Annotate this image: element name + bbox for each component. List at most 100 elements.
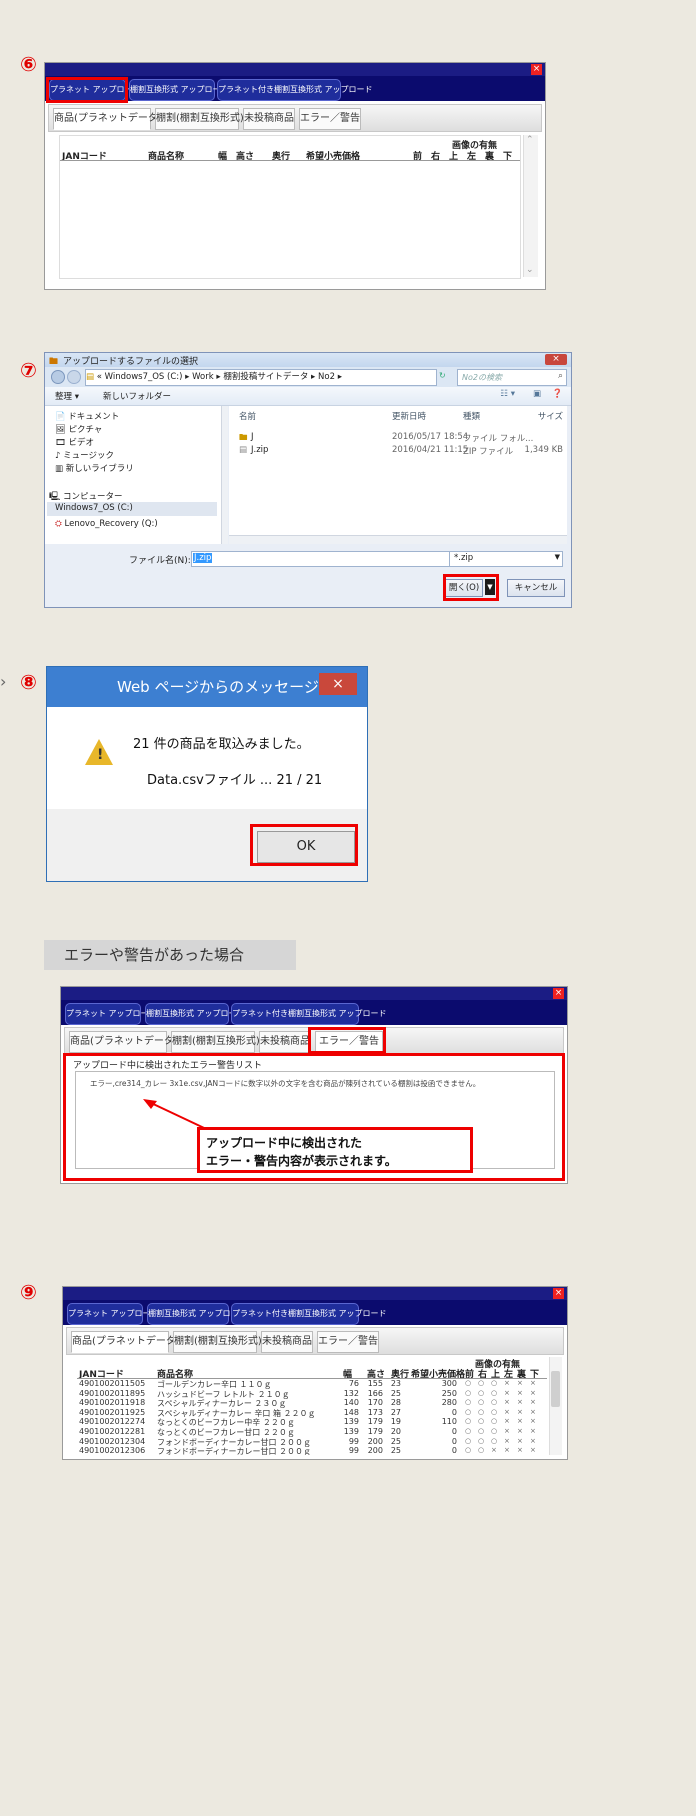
- callout-line-2: エラー・警告内容が表示されます。: [206, 1154, 397, 1168]
- organize-menu[interactable]: 整理 ▾: [55, 390, 79, 402]
- tab-errors[interactable]: エラー／警告: [299, 108, 361, 130]
- path-drive[interactable]: « Windows7_OS (C:): [97, 372, 183, 382]
- cell-depth: 25: [390, 1436, 401, 1446]
- zip-file-icon: ▤: [239, 445, 248, 455]
- cell-image-flag: ×: [504, 1398, 510, 1407]
- vertical-scrollbar[interactable]: ⌃ ⌄: [523, 135, 538, 277]
- search-box[interactable]: No2の検索 ⌕: [457, 369, 567, 386]
- planet-upload-button[interactable]: プラネット アップロード: [65, 1003, 157, 1025]
- folder-icon: 🖿: [239, 433, 248, 443]
- table-row[interactable]: 4901002011505 ゴールデンカレー辛口 １１０ｇ 76 155 23 300 ○ ○…: [77, 1379, 547, 1389]
- cell-image-flag: ○: [465, 1446, 472, 1455]
- cell-image-flag: ×: [504, 1436, 510, 1445]
- cell-image-flag: ×: [530, 1379, 536, 1387]
- error-line: エラー,cre314_カレー 3x1e.csv,JANコードに数字以外の文字を含…: [90, 1079, 481, 1088]
- table-row[interactable]: 4901002012304 フォンドボーディナーカレー甘口 ２００ｇ 99 200 25…: [77, 1437, 547, 1447]
- back-icon[interactable]: [51, 370, 65, 384]
- cell-image-flag: ×: [517, 1446, 523, 1455]
- error-section-heading: エラーや警告があった場合: [44, 940, 296, 970]
- path-no2[interactable]: No2: [318, 372, 335, 382]
- cell-image-flag: ○: [478, 1436, 485, 1445]
- dialog-close-button[interactable]: ×: [545, 354, 567, 365]
- planet-shelf-upload-button[interactable]: プラネット付き棚割互換形式 アップロード: [217, 79, 373, 101]
- cancel-button[interactable]: キャンセル: [507, 579, 565, 597]
- cell-image-flag: ×: [530, 1398, 536, 1407]
- nav-drive-selected[interactable]: Windows7_OS (C:): [47, 502, 217, 516]
- file-list-hscroll[interactable]: [229, 535, 567, 544]
- path-work[interactable]: Work: [192, 372, 214, 382]
- nav-videos[interactable]: 🎞 ビデオ: [55, 436, 94, 448]
- app-window-error: × プラネット アップロード 棚割互換形式 アップロード プラネット付き棚割互換…: [60, 986, 568, 1184]
- nav-documents[interactable]: 📄 ドキュメント: [55, 410, 119, 422]
- table-row[interactable]: 4901002011925 スペシャルディナーカレー 辛口 箱 ２２０ｇ 148 17…: [77, 1408, 547, 1418]
- cell-jan: 4901002011918: [79, 1398, 146, 1408]
- nav-music[interactable]: ♪ ミュージック: [55, 449, 114, 461]
- tab-unposted[interactable]: 未投稿商品: [261, 1331, 313, 1353]
- cell-image-flag: ×: [517, 1436, 523, 1445]
- refresh-icon[interactable]: ↻: [439, 371, 446, 380]
- col-date[interactable]: 更新日時: [392, 410, 426, 422]
- preview-pane-icon[interactable]: ▣: [533, 389, 541, 399]
- tab-shelf[interactable]: 棚割(棚割互換形式): [173, 1331, 262, 1353]
- nav-new-library[interactable]: ▥ 新しいライブラリ: [55, 462, 134, 474]
- message-close-button[interactable]: ×: [319, 673, 357, 695]
- shelf-upload-button[interactable]: 棚割互換形式 アップロード: [129, 79, 229, 101]
- scroll-up-icon[interactable]: ⌃: [526, 135, 534, 145]
- shelf-upload-button[interactable]: 棚割互換形式 アップロード: [145, 1003, 245, 1025]
- col-size[interactable]: サイズ: [538, 410, 563, 422]
- cell-image-flag: ×: [530, 1446, 536, 1455]
- cell-depth: 28: [390, 1398, 401, 1408]
- highlight-box: [308, 1027, 386, 1054]
- tab-products[interactable]: 商品(プラネットデータ): [71, 1331, 180, 1353]
- table-row[interactable]: 4901002012281 なっとくのビーフカレー甘口 ２２０ｇ 139 179 20 0…: [77, 1427, 547, 1437]
- cell-price: 0: [451, 1436, 457, 1446]
- tab-shelf[interactable]: 棚割(棚割互換形式): [171, 1031, 260, 1053]
- message-line-2: Data.csvファイル ... 21 / 21: [147, 773, 323, 788]
- scroll-thumb[interactable]: [551, 1371, 560, 1407]
- forward-icon[interactable]: [67, 370, 81, 384]
- search-icon[interactable]: ⌕: [558, 371, 563, 381]
- tab-unposted[interactable]: 未投稿商品: [243, 108, 295, 130]
- nav-drive-q[interactable]: ⛭ Lenovo_Recovery (Q:): [55, 519, 158, 529]
- tab-products[interactable]: 商品(プラネットデータ): [69, 1031, 178, 1053]
- address-row: ▤ « Windows7_OS (C:) ▸ Work ▸ 棚割投稿サイトデータ…: [45, 367, 571, 387]
- file-row[interactable]: ▤ J.zip 2016/04/21 11:15 ZIP ファイル 1,349 …: [229, 445, 567, 457]
- tab-unposted[interactable]: 未投稿商品: [259, 1031, 311, 1053]
- cell-price: 300: [441, 1379, 457, 1388]
- search-placeholder: No2の検索: [462, 373, 502, 382]
- close-button[interactable]: ×: [531, 64, 542, 75]
- tab-errors[interactable]: エラー／警告: [317, 1331, 379, 1353]
- planet-shelf-upload-button[interactable]: プラネット付き棚割互換形式 アップロード: [231, 1303, 387, 1325]
- planet-upload-button[interactable]: プラネット アップロード: [67, 1303, 159, 1325]
- tab-products[interactable]: 商品(プラネットデータ): [53, 108, 162, 130]
- close-button[interactable]: ×: [553, 988, 564, 999]
- filetype-select[interactable]: *.zip ▼: [449, 551, 563, 567]
- tab-shelf[interactable]: 棚割(棚割互換形式): [155, 108, 244, 130]
- table-row[interactable]: 4901002011895 ハッシュドビーフ レトルト ２１０ｇ 132 166 25 2…: [77, 1389, 547, 1399]
- new-folder-button[interactable]: 新しいフォルダー: [103, 390, 171, 402]
- callout-box: アップロード中に検出された エラー・警告内容が表示されます。: [197, 1127, 473, 1173]
- nav-drive-c[interactable]: Windows7_OS (C:): [55, 503, 133, 513]
- scroll-down-icon[interactable]: ⌄: [526, 265, 534, 275]
- col-filename[interactable]: 名前: [239, 410, 256, 422]
- path-bar[interactable]: ▤ « Windows7_OS (C:) ▸ Work ▸ 棚割投稿サイトデータ…: [85, 369, 437, 386]
- table-row[interactable]: 4901002012274 なっとくのビーフカレー中辛 ２２０ｇ 139 179 19 1…: [77, 1417, 547, 1427]
- table-row[interactable]: 4901002012306 フォンドボーディナーカレー甘口 ２００ｇ 99 200 25…: [77, 1446, 547, 1455]
- nav-pane: 📄 ドキュメント 🖼 ピクチャ 🎞 ビデオ ♪ ミュージック ▥ 新しいライブラ…: [45, 406, 221, 544]
- shelf-upload-button[interactable]: 棚割互換形式 アップロード: [147, 1303, 247, 1325]
- path-data[interactable]: 棚割投稿サイトデータ: [223, 372, 308, 382]
- filename-input[interactable]: J.zip ▼: [191, 551, 473, 567]
- nav-scrollbar[interactable]: [221, 406, 228, 544]
- table-row[interactable]: 4901002011918 スペシャルディナーカレー ２３０ｇ 140 170 28 28…: [77, 1398, 547, 1408]
- planet-shelf-upload-button[interactable]: プラネット付き棚割互換形式 アップロード: [231, 1003, 387, 1025]
- vertical-scrollbar[interactable]: [549, 1357, 562, 1455]
- window-title-bar: ×: [61, 987, 567, 1000]
- close-button[interactable]: ×: [553, 1288, 564, 1299]
- help-icon[interactable]: ❓: [552, 389, 563, 399]
- nav-pictures[interactable]: 🖼 ピクチャ: [55, 423, 102, 435]
- error-list-title: アップロード中に検出されたエラー警告リスト: [73, 1061, 263, 1071]
- app-window-step9: × プラネット アップロード 棚割互換形式 アップロード プラネット付き棚割互換…: [62, 1286, 568, 1460]
- col-type[interactable]: 種類: [463, 410, 480, 422]
- file-row[interactable]: 🖿 J 2016/05/17 18:54 ファイル フォル...: [229, 432, 567, 444]
- view-icon[interactable]: ☷ ▾: [500, 389, 515, 399]
